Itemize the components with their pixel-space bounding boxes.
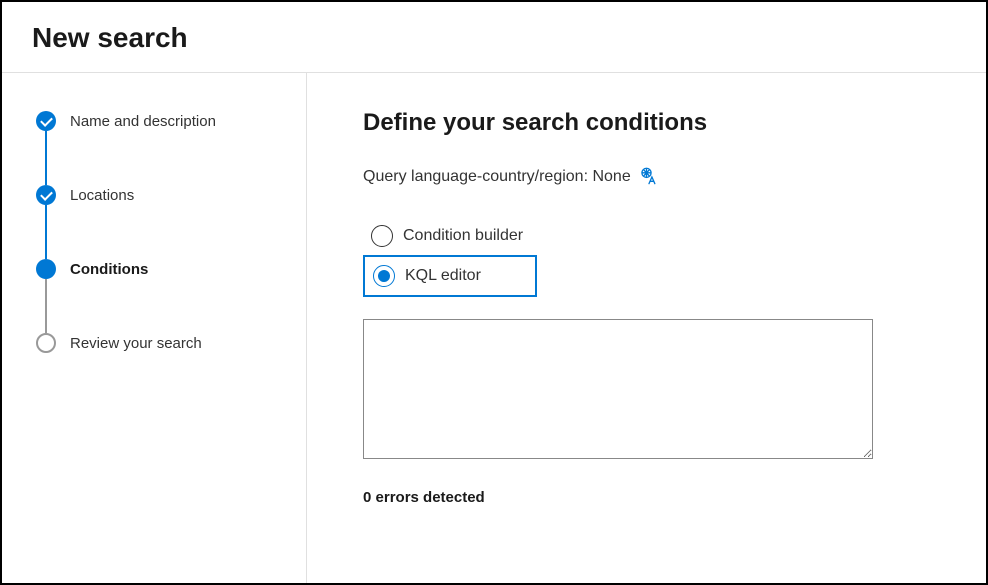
- step-list: Name and description Locations Condition…: [36, 111, 286, 353]
- content: Name and description Locations Condition…: [2, 73, 986, 583]
- step-label: Name and description: [70, 113, 216, 130]
- step-label: Conditions: [70, 261, 148, 278]
- step-name-and-description[interactable]: Name and description: [36, 111, 286, 185]
- step-locations[interactable]: Locations: [36, 185, 286, 259]
- kql-editor-textarea[interactable]: [363, 319, 873, 459]
- query-language-label: Query language-country/region: None: [363, 168, 631, 186]
- radio-label: Condition builder: [403, 227, 523, 245]
- checkmark-icon: [36, 111, 56, 131]
- header: New search: [2, 2, 986, 73]
- translate-icon[interactable]: [639, 167, 659, 187]
- errors-detected: 0 errors detected: [363, 489, 930, 506]
- pending-step-icon: [36, 333, 56, 353]
- step-review-your-search[interactable]: Review your search: [36, 333, 286, 353]
- radio-icon: [371, 225, 393, 247]
- step-label: Review your search: [70, 335, 202, 352]
- step-label: Locations: [70, 187, 134, 204]
- radio-icon: [373, 265, 395, 287]
- checkmark-icon: [36, 185, 56, 205]
- step-connector: [45, 205, 47, 259]
- query-language-info: Query language-country/region: None: [363, 167, 930, 187]
- current-step-icon: [36, 259, 56, 279]
- radio-kql-editor[interactable]: KQL editor: [363, 255, 537, 297]
- editor-mode-radio-group: Condition builder KQL editor: [363, 217, 537, 297]
- main-panel: Define your search conditions Query lang…: [307, 73, 986, 583]
- main-heading: Define your search conditions: [363, 109, 930, 137]
- step-conditions[interactable]: Conditions: [36, 259, 286, 333]
- wizard-sidebar: Name and description Locations Condition…: [2, 73, 307, 583]
- radio-condition-builder[interactable]: Condition builder: [363, 217, 537, 255]
- step-connector: [45, 279, 47, 333]
- step-connector: [45, 131, 47, 185]
- page-title: New search: [32, 22, 956, 54]
- radio-label: KQL editor: [405, 267, 481, 285]
